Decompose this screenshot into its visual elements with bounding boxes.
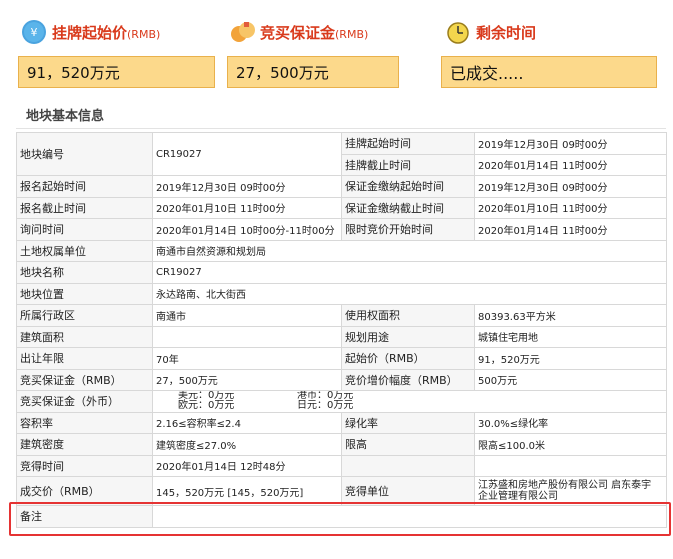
winner-line-1: 江苏盛和房地产股份有限公司 启东泰宇 bbox=[478, 480, 652, 491]
listing-start-value: 2019年12月30日 09时00分 bbox=[474, 132, 667, 155]
bidding-start-value: 2020年01月14日 11时00分 bbox=[474, 218, 667, 241]
far-value: 2.16≤容积率≤2.4 bbox=[152, 411, 342, 434]
price-tag-icon: ¥ bbox=[22, 20, 46, 44]
years-label: 出让年限 bbox=[16, 347, 153, 370]
listing-end-label: 挂牌截止时间 bbox=[341, 153, 475, 176]
deposit-start-value: 2019年12月30日 09时00分 bbox=[474, 175, 667, 198]
deposit-end-label: 保证金缴纳截止时间 bbox=[341, 196, 475, 219]
empty-cell bbox=[341, 454, 475, 477]
use-area-value: 80393.63平方米 bbox=[474, 304, 667, 327]
start-price-cell: 91，520万元 bbox=[474, 347, 667, 370]
deposit-fx-label: 竞买保证金（外币） bbox=[16, 390, 153, 413]
deposit-rmb-value: 27，500万元 bbox=[152, 368, 342, 391]
name-value: CR19027 bbox=[152, 261, 667, 284]
height-value: 限高≤100.0米 bbox=[474, 433, 667, 456]
location-value: 永达路南、北大街西 bbox=[152, 282, 667, 305]
deposit-fx-values: 美元：0万元 港币：0万元 欧元：0万元 日元：0万元 bbox=[152, 390, 667, 413]
density-label: 建筑密度 bbox=[16, 433, 153, 456]
parcel-info-table: 地块编号 CR19027 挂牌起始时间 2019年12月30日 09时00分 挂… bbox=[16, 132, 667, 528]
deposit-value: 27，500万元 bbox=[227, 56, 399, 88]
bidding-start-label: 限时竞价开始时间 bbox=[341, 218, 475, 241]
parcel-no-label: 地块编号 bbox=[16, 132, 153, 176]
listing-start-label: 挂牌起始时间 bbox=[341, 132, 475, 155]
empty-cell bbox=[474, 454, 667, 477]
start-price-title: 挂牌起始价 bbox=[52, 23, 128, 42]
deposit-unit: (RMB) bbox=[335, 27, 369, 41]
parcel-no-value: CR19027 bbox=[152, 132, 342, 176]
remaining-title: 剩余时间 bbox=[476, 23, 537, 42]
location-label: 地块位置 bbox=[16, 282, 153, 305]
green-label: 绿化率 bbox=[341, 411, 475, 434]
start-price-label: 起始价（RMB） bbox=[341, 347, 475, 370]
deal-highlight-box bbox=[9, 502, 671, 536]
start-price-value: 91，520万元 bbox=[18, 56, 215, 88]
build-area-value bbox=[152, 325, 342, 348]
deal-time-value: 2020年01月14日 12时48分 bbox=[152, 454, 342, 477]
reg-end-value: 2020年01月10日 11时00分 bbox=[152, 196, 342, 219]
green-value: 30.0%≤绿化率 bbox=[474, 411, 667, 434]
years-value: 70年 bbox=[152, 347, 342, 370]
planned-use-value: 城镇住宅用地 bbox=[474, 325, 667, 348]
jpy-value: 日元：0万元 bbox=[297, 400, 354, 412]
remaining-value: 已成交..... bbox=[441, 56, 657, 88]
owner-value: 南通市自然资源和规划局 bbox=[152, 239, 667, 262]
district-label: 所属行政区 bbox=[16, 304, 153, 327]
start-price-unit: (RMB) bbox=[127, 27, 161, 41]
section-title: 地块基本信息 bbox=[16, 105, 666, 129]
owner-label: 土地权属单位 bbox=[16, 239, 153, 262]
reg-start-label: 报名起始时间 bbox=[16, 175, 153, 198]
deposit-start-label: 保证金缴纳起始时间 bbox=[341, 175, 475, 198]
planned-use-label: 规划用途 bbox=[341, 325, 475, 348]
district-value: 南通市 bbox=[152, 304, 342, 327]
build-area-label: 建筑面积 bbox=[16, 325, 153, 348]
name-label: 地块名称 bbox=[16, 261, 153, 284]
listing-end-value: 2020年01月14日 11时00分 bbox=[474, 153, 667, 176]
height-label: 限高 bbox=[341, 433, 475, 456]
eur-value: 欧元：0万元 bbox=[178, 400, 235, 412]
reg-start-value: 2019年12月30日 09时00分 bbox=[152, 175, 342, 198]
inquiry-value: 2020年01月14日 10时00分-11时00分 bbox=[152, 218, 342, 241]
deposit-title: 竞买保证金 bbox=[260, 23, 336, 42]
start-price-header: ¥ 挂牌起始价(RMB) bbox=[22, 14, 160, 50]
density-value: 建筑密度≤27.0% bbox=[152, 433, 342, 456]
svg-text:¥: ¥ bbox=[31, 26, 38, 39]
winner-line-2: 企业管理有限公司 bbox=[478, 491, 558, 502]
deal-time-label: 竞得时间 bbox=[16, 454, 153, 477]
increment-value: 500万元 bbox=[474, 368, 667, 391]
deposit-header: 竞买保证金(RMB) bbox=[230, 14, 368, 50]
deposit-rmb-label: 竞买保证金（RMB） bbox=[16, 368, 153, 391]
remaining-header: 剩余时间 bbox=[446, 14, 536, 50]
reg-end-label: 报名截止时间 bbox=[16, 196, 153, 219]
deposit-end-value: 2020年01月10日 11时00分 bbox=[474, 196, 667, 219]
increment-label: 竞价增价幅度（RMB） bbox=[341, 368, 475, 391]
clock-icon bbox=[446, 20, 470, 44]
far-label: 容积率 bbox=[16, 411, 153, 434]
use-area-label: 使用权面积 bbox=[341, 304, 475, 327]
inquiry-label: 询问时间 bbox=[16, 218, 153, 241]
hands-icon bbox=[230, 20, 255, 44]
